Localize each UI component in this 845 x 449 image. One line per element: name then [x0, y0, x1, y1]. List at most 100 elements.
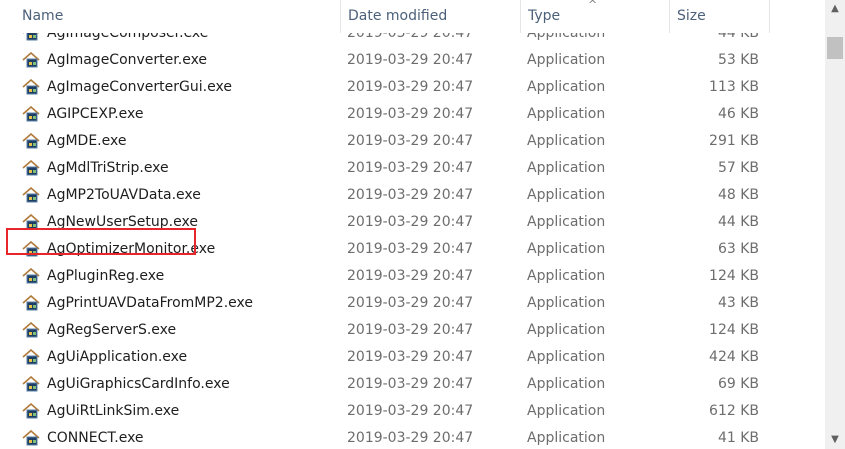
file-name[interactable]: AgPluginReg.exe [47, 263, 164, 290]
file-name[interactable]: AgRegServerS.exe [47, 317, 176, 344]
file-name[interactable]: AgMP2ToUAVData.exe [47, 182, 201, 209]
file-type: Application [527, 160, 606, 176]
file-date-modified: 2019-03-29 20:47 [347, 79, 474, 95]
file-size: 57 KB [717, 160, 759, 176]
file-date-modified: 2019-03-29 20:47 [347, 349, 474, 365]
vertical-scrollbar[interactable]: ▲ ▼ [825, 0, 845, 449]
file-type: Application [527, 133, 606, 149]
file-type: Application [527, 52, 606, 68]
file-type: Application [527, 349, 606, 365]
exe-application-icon [22, 375, 40, 393]
file-size: 41 KB [717, 430, 759, 446]
file-row[interactable]: AgPrintUAVDataFromMP2.exe 2019-03-29 20:4… [0, 290, 825, 317]
file-name[interactable]: AgOptimizerMonitor.exe [47, 236, 215, 263]
exe-application-icon [22, 159, 40, 177]
file-name[interactable]: AGIPCEXP.exe [47, 101, 144, 128]
file-row[interactable]: AgUiGraphicsCardInfo.exe 2019-03-29 20:47… [0, 371, 825, 398]
file-row[interactable]: AgOptimizerMonitor.exe 2019-03-29 20:47 Ap… [0, 236, 825, 263]
scroll-down-arrow-icon[interactable]: ▼ [825, 431, 845, 449]
file-name[interactable]: AgImageConverterGui.exe [47, 74, 232, 101]
file-date-modified: 2019-03-29 20:47 [347, 268, 474, 284]
column-header-bar: Name Date modified Type ^ Size [0, 0, 825, 33]
file-row[interactable]: AgMP2ToUAVData.exe 2019-03-29 20:47 Applic… [0, 182, 825, 209]
file-date-modified: 2019-03-29 20:47 [347, 295, 474, 311]
file-size: 612 KB [709, 403, 759, 419]
exe-application-icon [22, 33, 40, 42]
file-name[interactable]: AgMDE.exe [47, 128, 126, 155]
scrollbar-thumb[interactable] [827, 37, 843, 59]
file-name[interactable]: AgMdlTriStrip.exe [47, 155, 169, 182]
file-row[interactable]: AgPluginReg.exe 2019-03-29 20:47 Applicati… [0, 263, 825, 290]
file-row[interactable]: AgImageConverterGui.exe 2019-03-29 20:47 A… [0, 74, 825, 101]
file-date-modified: 2019-03-29 20:47 [347, 33, 474, 41]
file-size: 46 KB [717, 106, 759, 122]
exe-application-icon [22, 429, 40, 447]
file-row[interactable]: AgNewUserSetup.exe 2019-03-29 20:47 Applic… [0, 209, 825, 236]
exe-application-icon [22, 51, 40, 69]
file-name[interactable]: AgUiApplication.exe [47, 344, 187, 371]
file-date-modified: 2019-03-29 20:47 [347, 403, 474, 419]
file-type: Application [527, 79, 606, 95]
file-size: 44 KB [717, 214, 759, 230]
file-type: Application [527, 268, 606, 284]
exe-application-icon [22, 348, 40, 366]
file-size: 43 KB [717, 295, 759, 311]
file-name[interactable]: AgImageComposer.exe [47, 33, 208, 47]
file-date-modified: 2019-03-29 20:47 [347, 214, 474, 230]
file-date-modified: 2019-03-29 20:47 [347, 430, 474, 446]
file-row[interactable]: CONNECT.exe 2019-03-29 20:47 Application 41… [0, 425, 825, 449]
file-type: Application [527, 187, 606, 203]
file-name[interactable]: AgNewUserSetup.exe [47, 209, 198, 236]
file-size: 69 KB [717, 376, 759, 392]
file-name[interactable]: AgUiGraphicsCardInfo.exe [47, 371, 230, 398]
exe-application-icon [22, 294, 40, 312]
file-name[interactable]: AgImageConverter.exe [47, 47, 207, 74]
file-size: 63 KB [717, 241, 759, 257]
column-divider[interactable] [769, 0, 770, 33]
file-type: Application [527, 430, 606, 446]
file-date-modified: 2019-03-29 20:47 [347, 160, 474, 176]
exe-application-icon [22, 186, 40, 204]
file-date-modified: 2019-03-29 20:47 [347, 376, 474, 392]
file-date-modified: 2019-03-29 20:47 [347, 133, 474, 149]
file-type: Application [527, 376, 606, 392]
file-type: Application [527, 295, 606, 311]
file-size: 424 KB [709, 349, 759, 365]
file-type: Application [527, 241, 606, 257]
file-date-modified: 2019-03-29 20:47 [347, 241, 474, 257]
file-date-modified: 2019-03-29 20:47 [347, 322, 474, 338]
exe-application-icon [22, 402, 40, 420]
column-header-name[interactable]: Name [14, 0, 342, 33]
file-row[interactable]: AGIPCEXP.exe 2019-03-29 20:47 Application 4… [0, 101, 825, 128]
exe-application-icon [22, 132, 40, 150]
exe-application-icon [22, 213, 40, 231]
file-row[interactable]: AgRegServerS.exe 2019-03-29 20:47 Applicat… [0, 317, 825, 344]
file-date-modified: 2019-03-29 20:47 [347, 187, 474, 203]
file-name[interactable]: CONNECT.exe [47, 425, 144, 449]
file-type: Application [527, 106, 606, 122]
file-name[interactable]: AgUiRtLinkSim.exe [47, 398, 179, 425]
file-date-modified: 2019-03-29 20:47 [347, 52, 474, 68]
file-size: 44 KB [717, 33, 759, 41]
exe-application-icon [22, 105, 40, 123]
file-row[interactable]: AgUiRtLinkSim.exe 2019-03-29 20:47 Applica… [0, 398, 825, 425]
column-header-date-modified[interactable]: Date modified [340, 0, 520, 33]
file-row[interactable]: AgImageConverter.exe 2019-03-29 20:47 Appl… [0, 47, 825, 74]
file-size: 124 KB [709, 268, 759, 284]
file-row[interactable]: AgMdlTriStrip.exe 2019-03-29 20:47 Applica… [0, 155, 825, 182]
file-row[interactable]: AgUiApplication.exe 2019-03-29 20:47 Appli… [0, 344, 825, 371]
file-size: 291 KB [709, 133, 759, 149]
file-row[interactable]: AgImageComposer.exe 2019-03-29 20:47 Appli… [0, 33, 825, 47]
exe-application-icon [22, 321, 40, 339]
file-type: Application [527, 403, 606, 419]
file-size: 53 KB [717, 52, 759, 68]
scroll-up-arrow-icon[interactable]: ▲ [825, 0, 845, 18]
column-header-size[interactable]: Size [669, 0, 769, 33]
file-size: 48 KB [717, 187, 759, 203]
exe-application-icon [22, 240, 40, 258]
file-row[interactable]: AgMDE.exe 2019-03-29 20:47 Application 291 … [0, 128, 825, 155]
file-type: Application [527, 33, 606, 41]
file-type: Application [527, 214, 606, 230]
file-name[interactable]: AgPrintUAVDataFromMP2.exe [47, 290, 253, 317]
file-size: 113 KB [709, 79, 759, 95]
